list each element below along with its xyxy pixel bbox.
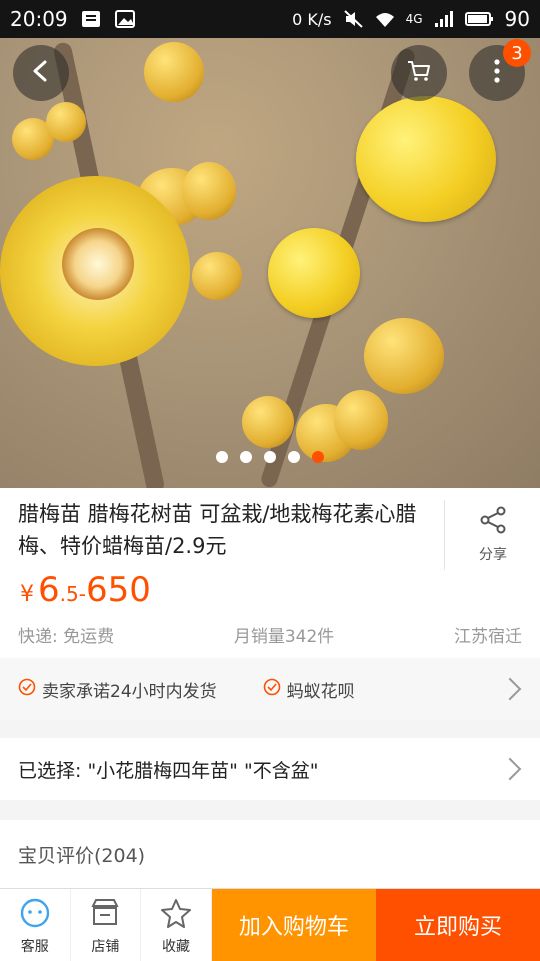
flower-center (62, 228, 134, 300)
price-low-decimal: .5 (59, 582, 79, 606)
back-button[interactable] (13, 45, 69, 101)
share-label: 分享 (479, 547, 507, 563)
status-bar: 20:09 0 K/s 4G 90 (0, 0, 540, 38)
promise-huabei: 蚂蚁花呗 (263, 677, 355, 702)
shopping-cart-icon (406, 58, 432, 88)
customer-service-icon (19, 898, 51, 932)
customer-service-label: 客服 (20, 939, 49, 955)
wifi-icon (374, 9, 396, 29)
flower-bud (182, 162, 236, 220)
share-button[interactable]: 分享 (444, 500, 540, 570)
product-info: 腊梅苗 腊梅花树苗 可盆栽/地栽梅花素心腊梅、特价蜡梅苗/2.9元 分享 ¥ 6… (0, 488, 540, 658)
gallery-pagination[interactable] (216, 451, 324, 463)
price-low-integer: 6 (38, 570, 60, 610)
image-icon (114, 9, 136, 29)
check-circle-icon (18, 678, 36, 701)
back-arrow-icon (29, 59, 53, 87)
more-menu-button[interactable]: 3 (469, 39, 531, 101)
store-label: 店铺 (91, 939, 120, 955)
service-promises[interactable]: 卖家承诺24小时内发货 蚂蚁花呗 (0, 658, 540, 720)
gallery-dot[interactable] (216, 451, 228, 463)
open-flower (0, 176, 190, 366)
check-circle-icon (263, 678, 281, 701)
selected-sku-text: 已选择: "小花腊梅四年苗" "不含盆" (18, 759, 319, 782)
more-vertical-icon (492, 58, 502, 88)
customer-service-button[interactable]: 客服 (0, 889, 71, 961)
share-icon (479, 506, 507, 538)
currency-symbol: ¥ (20, 582, 34, 607)
flower-bud (242, 396, 294, 448)
price-separator: - (78, 582, 86, 606)
promise-huabei-label: 蚂蚁花呗 (286, 681, 355, 702)
signal-icon (433, 9, 455, 29)
sku-selector[interactable]: 已选择: "小花腊梅四年苗" "不含盆" (0, 738, 540, 800)
flower-bud (364, 318, 444, 394)
price: ¥ 6 .5 - 650 (20, 570, 151, 610)
yellow-flower (268, 228, 360, 318)
store-button[interactable]: 店铺 (71, 889, 142, 961)
flower-bud (334, 390, 388, 450)
cart-button[interactable] (391, 45, 447, 101)
status-time: 20:09 (10, 7, 68, 31)
price-high: 650 (85, 570, 151, 610)
mute-icon (342, 9, 364, 29)
battery-level: 90 (504, 7, 530, 31)
chevron-right-icon (498, 757, 522, 781)
flower-bud (144, 42, 204, 102)
product-meta: 快递: 免运费 月销量342件 江苏宿迁 (18, 622, 522, 647)
yellow-flower (356, 96, 496, 222)
bottom-action-bar: 客服 店铺 收藏 加入购物车 立即购买 (0, 888, 540, 961)
gallery-dot[interactable] (264, 451, 276, 463)
store-icon (89, 898, 121, 932)
buy-now-button[interactable]: 立即购买 (375, 889, 540, 961)
gallery-dot-active[interactable] (312, 451, 324, 463)
product-title: 腊梅苗 腊梅花树苗 可盆栽/地栽梅花素心腊梅、特价蜡梅苗/2.9元 (18, 502, 417, 558)
notification-icon (80, 9, 102, 29)
location: 江苏宿迁 (454, 627, 522, 647)
battery-icon (464, 9, 495, 29)
shipping-info: 快递: 免运费 (18, 627, 115, 647)
message-badge: 3 (503, 39, 531, 67)
flower-bud (46, 102, 86, 142)
promise-shipping-label: 卖家承诺24小时内发货 (42, 681, 217, 702)
gallery-dot[interactable] (240, 451, 252, 463)
reviews-section[interactable]: 宝贝评价(204) (0, 820, 540, 888)
monthly-sales: 月销量342件 (233, 627, 335, 647)
favorite-label: 收藏 (162, 939, 191, 955)
net-speed: 0 K/s (292, 9, 332, 29)
star-icon (160, 898, 192, 932)
chevron-right-icon (498, 677, 522, 701)
promise-shipping: 卖家承诺24小时内发货 (18, 677, 217, 702)
flower-bud (192, 252, 242, 300)
network-type: 4G (405, 12, 423, 26)
favorite-button[interactable]: 收藏 (141, 889, 212, 961)
product-image-gallery[interactable]: 3 (0, 38, 540, 488)
add-to-cart-button[interactable]: 加入购物车 (211, 889, 376, 961)
reviews-title: 宝贝评价(204) (18, 844, 146, 867)
gallery-dot[interactable] (288, 451, 300, 463)
